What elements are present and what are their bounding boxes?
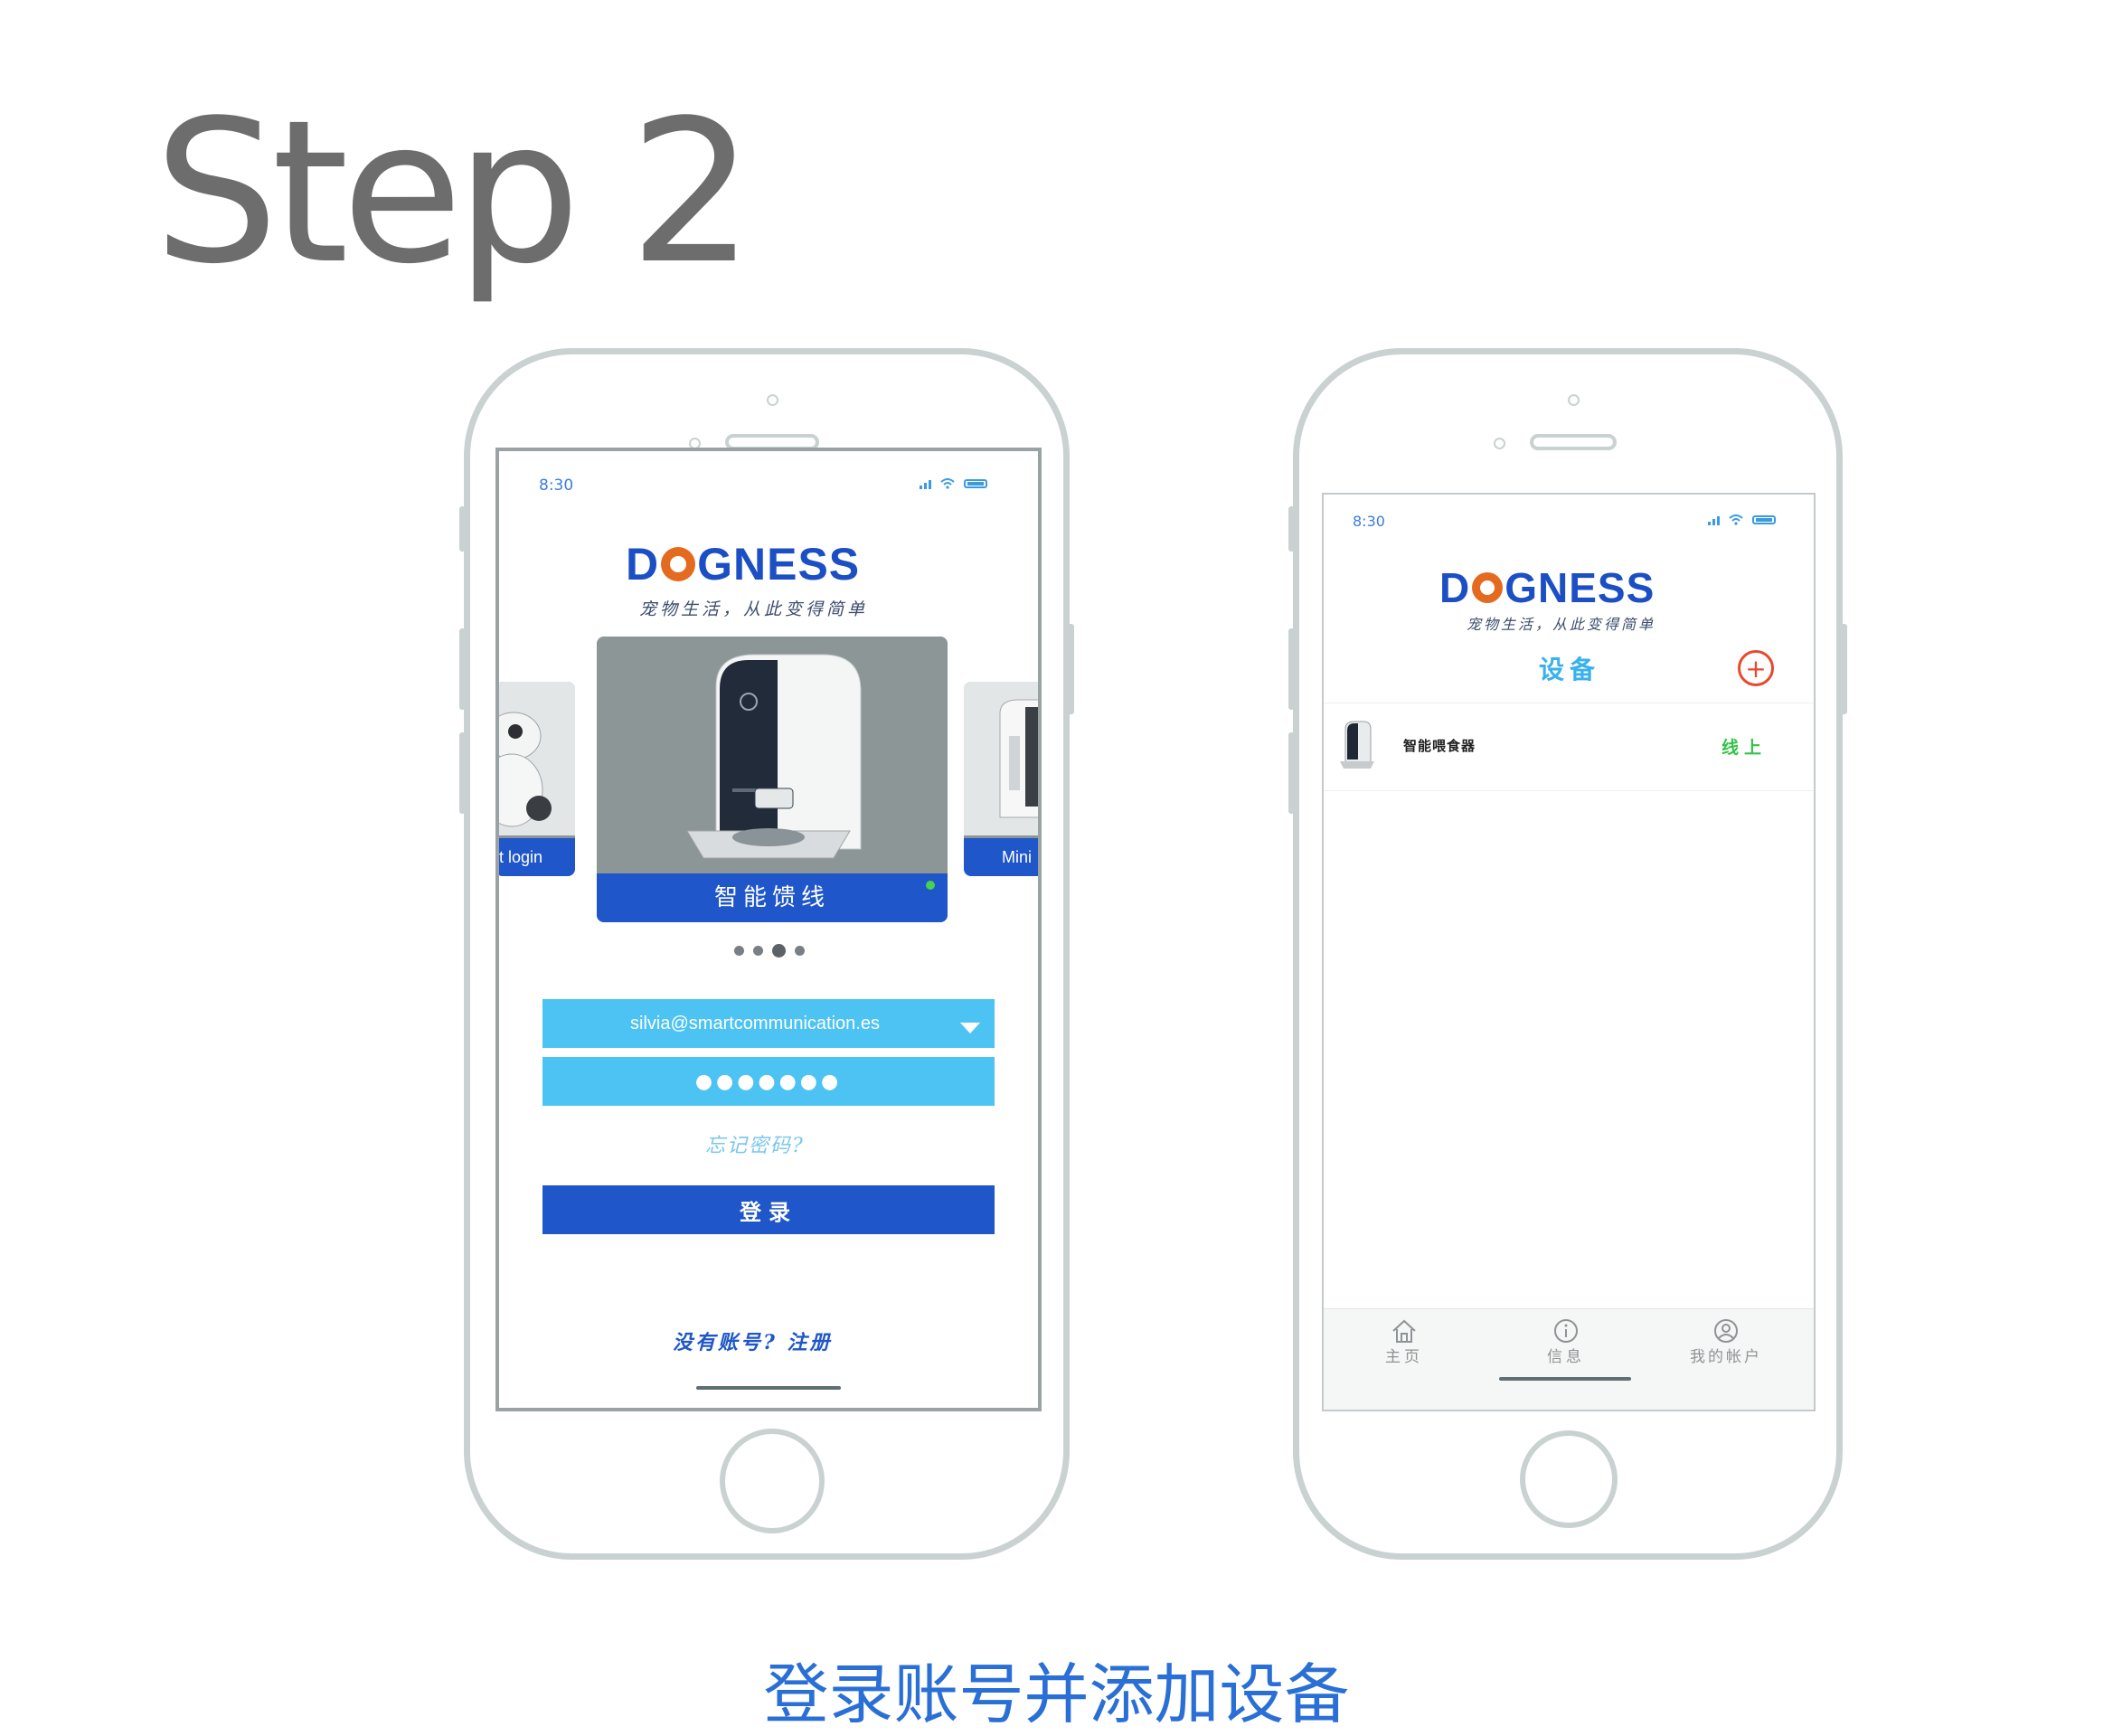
- wifi-icon: [1729, 514, 1743, 525]
- bottom-tab-bar: 主页 信息 我的帐户: [1324, 1308, 1814, 1410]
- power-button: [1068, 624, 1074, 714]
- feeder-thumbnail-icon: [1340, 721, 1374, 769]
- page-dot[interactable]: [795, 946, 805, 956]
- page-dot-active[interactable]: [772, 944, 786, 958]
- earpiece: [1530, 434, 1617, 450]
- device-row[interactable]: 智能喂食器 线上: [1324, 703, 1814, 791]
- tab-label: 我的帐户: [1690, 1348, 1762, 1366]
- home-indicator: [1499, 1377, 1631, 1381]
- sensor: [1494, 438, 1505, 449]
- volume-button: [459, 628, 466, 710]
- info-icon: [1554, 1319, 1578, 1343]
- smart-feeder-image: [597, 637, 948, 873]
- logo-eye-icon: [1472, 572, 1504, 603]
- volume-button: [1288, 732, 1295, 814]
- status-icons: [920, 478, 987, 489]
- password-field[interactable]: ●●●●●●●: [542, 1057, 995, 1106]
- logo-eye-icon: [661, 547, 696, 581]
- signal-icon: [920, 478, 931, 489]
- email-field[interactable]: silvia@smartcommunication.es: [542, 999, 995, 1048]
- signal-icon: [1708, 514, 1720, 525]
- volume-button: [1288, 506, 1295, 552]
- device-name: 智能喂食器: [1403, 738, 1476, 754]
- home-indicator: [696, 1386, 841, 1390]
- tab-label: 主页: [1385, 1348, 1423, 1366]
- carousel-card-label: Mini: [964, 838, 1038, 876]
- tab-account[interactable]: 我的帐户: [1676, 1318, 1776, 1366]
- step-caption: 登录账号并添加设备: [763, 1656, 1350, 1732]
- carousel-card-prev[interactable]: t login: [499, 682, 575, 876]
- status-time: 8:30: [1353, 513, 1385, 530]
- tab-label: 信息: [1547, 1348, 1585, 1366]
- carousel-card-label: 智能馈线: [597, 873, 948, 922]
- carousel-card-active[interactable]: 智能馈线: [597, 637, 948, 922]
- tagline: 宠物生活，从此变得简单: [639, 599, 869, 619]
- device-status: 线上: [1722, 738, 1768, 758]
- front-camera: [767, 394, 778, 406]
- carousel-card-next[interactable]: Mini: [964, 682, 1038, 876]
- status-icons: [1708, 514, 1776, 525]
- status-time: 8:30: [539, 476, 574, 495]
- volume-button: [459, 732, 466, 814]
- account-icon: [1714, 1319, 1738, 1343]
- dogness-logo: D GNESS: [1439, 564, 1655, 611]
- devices-title: 设备: [1539, 655, 1601, 684]
- robot-image: [499, 682, 575, 835]
- plus-circle-icon: +: [1745, 653, 1767, 684]
- devices-screen: 8:30 D GNESS 宠物生活，从此变得简单 设备 + 智能喂食器 线上 主…: [1322, 493, 1816, 1411]
- mini-feeder-image: [964, 682, 1038, 835]
- dropdown-arrow-icon[interactable]: [960, 1023, 980, 1033]
- page-dot[interactable]: [753, 946, 763, 956]
- page-dot[interactable]: [734, 946, 744, 956]
- power-button: [1841, 624, 1847, 714]
- register-link[interactable]: 没有账号? 注册: [673, 1326, 833, 1355]
- login-button[interactable]: 登录: [542, 1185, 995, 1234]
- tagline: 宠物生活，从此变得简单: [1467, 616, 1656, 633]
- battery-icon: [1752, 515, 1776, 524]
- battery-icon: [964, 479, 987, 488]
- home-button[interactable]: [1520, 1430, 1618, 1528]
- carousel-card-label: t login: [499, 838, 575, 876]
- tab-info[interactable]: 信息: [1530, 1318, 1602, 1366]
- tab-home[interactable]: 主页: [1373, 1318, 1436, 1366]
- home-icon: [1392, 1319, 1416, 1343]
- forgot-password-link[interactable]: 忘记密码?: [705, 1129, 805, 1158]
- volume-button: [1288, 628, 1295, 710]
- home-button[interactable]: [720, 1429, 825, 1533]
- step-title: Step 2: [154, 79, 754, 307]
- login-screen: 8:30 D GNESS 宠物生活，从此变得简单 t login 智能馈线 Mi…: [495, 448, 1042, 1411]
- dogness-logo: D GNESS: [626, 539, 861, 590]
- volume-button: [459, 506, 466, 552]
- front-camera: [1568, 394, 1580, 406]
- online-dot-icon: [926, 881, 935, 890]
- carousel-pagination[interactable]: [734, 944, 805, 958]
- wifi-icon: [940, 478, 955, 489]
- add-device-button[interactable]: +: [1738, 650, 1774, 686]
